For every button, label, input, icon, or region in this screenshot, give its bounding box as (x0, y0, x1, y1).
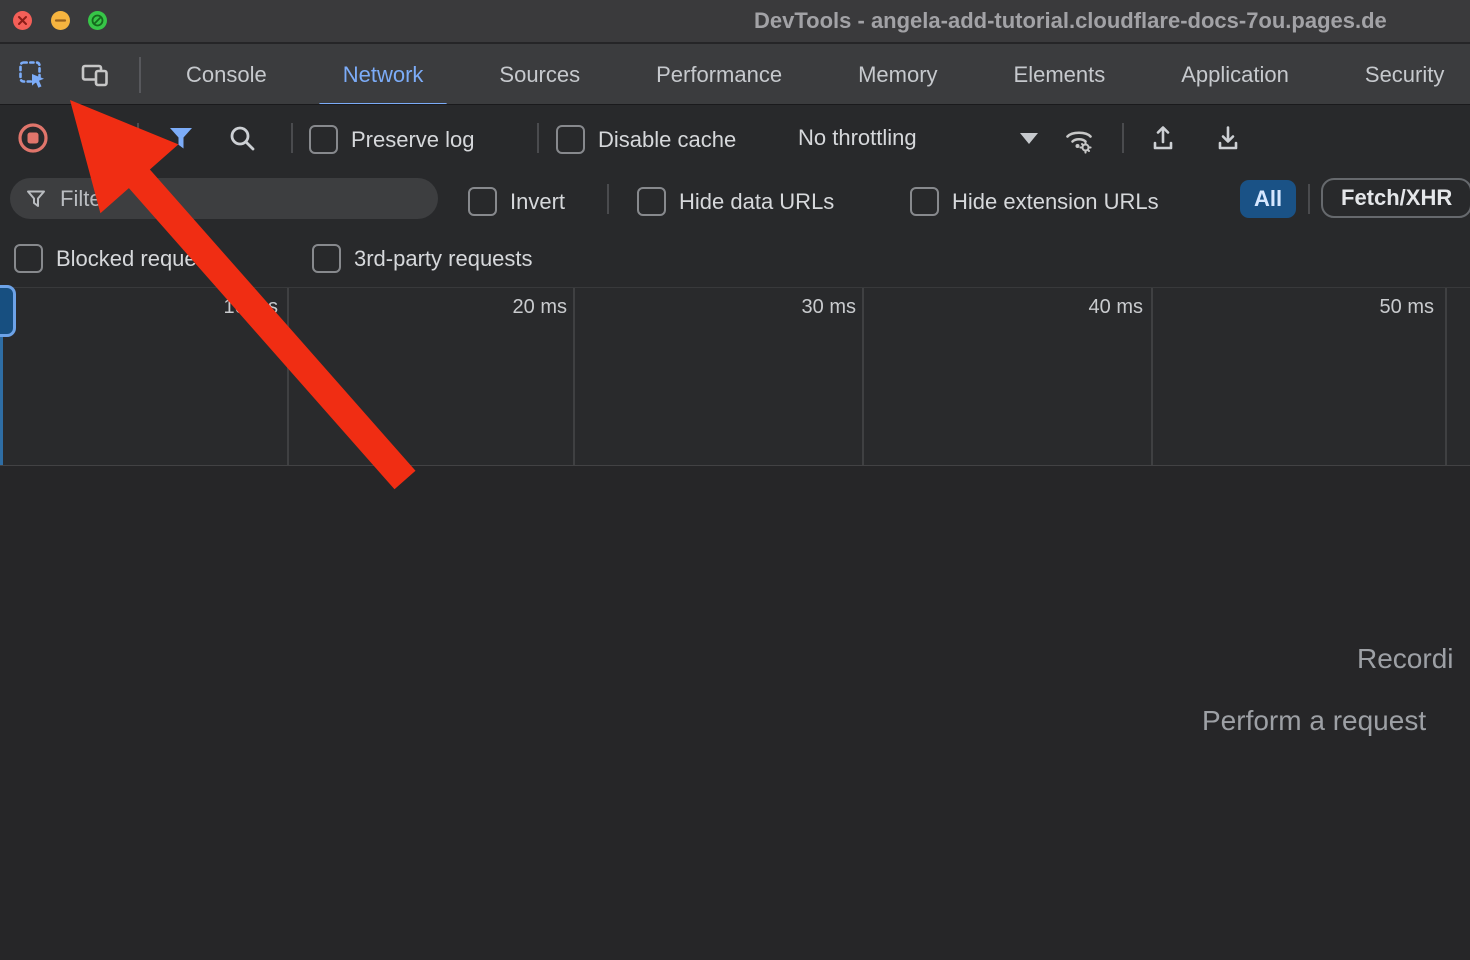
timeline-gridline (862, 288, 864, 465)
checkbox-box (556, 125, 585, 154)
disable-cache-checkbox[interactable]: Disable cache (556, 125, 736, 154)
blocked-requests-label: Blocked requests (56, 246, 225, 272)
filter-row-divider (607, 184, 609, 214)
toggle-device-toolbar-button[interactable] (79, 58, 113, 92)
chevron-down-icon (1020, 133, 1038, 144)
timeline-gridline (1445, 288, 1447, 465)
export-download-icon (1213, 123, 1243, 153)
checkbox-box (14, 244, 43, 273)
record-stop-icon (16, 121, 50, 155)
toolbar-divider (291, 123, 293, 153)
timeline-tick-label: 20 ms (477, 296, 567, 319)
clear-network-log-button[interactable] (81, 124, 111, 159)
third-party-requests-checkbox[interactable]: 3rd-party requests (312, 244, 533, 273)
import-upload-icon (1148, 123, 1178, 153)
hide-data-urls-checkbox[interactable]: Hide data URLs (637, 187, 834, 216)
tab-security[interactable]: Security (1327, 44, 1470, 106)
filter-funnel-outline-icon (24, 187, 48, 211)
checkbox-box (312, 244, 341, 273)
tab-application[interactable]: Application (1143, 44, 1327, 106)
zoom-disabled-icon (88, 11, 107, 30)
preserve-log-checkbox[interactable]: Preserve log (309, 125, 475, 154)
overview-drag-handle[interactable] (0, 285, 16, 337)
invert-label: Invert (510, 189, 565, 215)
tab-sources[interactable]: Sources (461, 44, 618, 106)
checkbox-box (309, 125, 338, 154)
request-type-filter-all[interactable]: All (1240, 180, 1296, 218)
empty-state-hint-text: Perform a request (1202, 705, 1426, 737)
invert-checkbox[interactable]: Invert (468, 187, 565, 216)
devtools-window: DevTools - angela-add-tutorial.cloudflar… (0, 0, 1470, 960)
export-har-button[interactable] (1213, 123, 1243, 158)
title-bar: DevTools - angela-add-tutorial.cloudflar… (0, 0, 1470, 42)
timeline-gridline (287, 288, 289, 465)
timeline-gridline (573, 288, 575, 465)
toolbar-divider (137, 123, 139, 153)
blocked-requests-checkbox[interactable]: Blocked requests (14, 244, 225, 273)
timeline-tick-label: 50 ms (1344, 296, 1434, 319)
wifi-gear-icon (1063, 123, 1095, 155)
filter-input[interactable] (58, 185, 424, 213)
third-party-requests-label: 3rd-party requests (354, 246, 533, 272)
timeline-tick-label: 10 ms (188, 296, 278, 319)
close-icon (13, 11, 32, 30)
tab-console[interactable]: Console (148, 44, 305, 106)
panel-tabs: Console Network Sources Performance Memo… (148, 44, 1470, 106)
timeline-tick-label: 40 ms (1053, 296, 1143, 319)
hide-extension-urls-checkbox[interactable]: Hide extension URLs (910, 187, 1159, 216)
network-conditions-button[interactable] (1063, 123, 1095, 160)
minimize-window-button[interactable] (51, 11, 70, 30)
toolbar-divider (1122, 123, 1124, 153)
disable-cache-label: Disable cache (598, 127, 736, 153)
throttling-value: No throttling (798, 125, 917, 151)
tab-network[interactable]: Network (305, 44, 462, 106)
timeline-gridline (1151, 288, 1153, 465)
search-button[interactable] (228, 124, 258, 159)
search-icon (228, 124, 258, 154)
filter-input-container (10, 178, 438, 219)
throttling-select[interactable]: No throttling (798, 119, 1038, 157)
checkbox-box (910, 187, 939, 216)
hide-extension-urls-label: Hide extension URLs (952, 189, 1159, 215)
toolbar-divider (537, 123, 539, 153)
record-stop-button[interactable] (16, 121, 50, 160)
preserve-log-label: Preserve log (351, 127, 475, 153)
tab-performance[interactable]: Performance (618, 44, 820, 106)
tab-memory[interactable]: Memory (820, 44, 975, 106)
filter-funnel-icon (166, 124, 196, 154)
window-title: DevTools - angela-add-tutorial.cloudflar… (754, 8, 1387, 34)
filter-toggle-button[interactable] (166, 124, 196, 159)
hide-data-urls-label: Hide data URLs (679, 189, 834, 215)
request-type-filter-fetch-xhr[interactable]: Fetch/XHR (1321, 178, 1470, 218)
request-list-empty-area: Recordi Perform a request (0, 466, 1470, 960)
import-har-button[interactable] (1148, 123, 1178, 158)
checkbox-box (468, 187, 497, 216)
inspect-element-button[interactable] (16, 58, 50, 92)
timeline-tick-label: 30 ms (766, 296, 856, 319)
minimize-icon (51, 11, 70, 30)
network-toolbar: Preserve log Disable cache No throttling (0, 104, 1470, 171)
network-overview-timeline[interactable]: 10 ms 20 ms 30 ms 40 ms 50 ms (0, 287, 1470, 467)
close-window-button[interactable] (13, 11, 32, 30)
empty-state-recording-text: Recordi (1357, 643, 1453, 675)
devtools-tab-bar: Console Network Sources Performance Memo… (0, 42, 1470, 106)
clear-icon (81, 124, 111, 154)
network-filter-row: Invert Hide data URLs Hide extension URL… (0, 170, 1470, 228)
request-options-row: Blocked requests 3rd-party requests (0, 228, 1470, 287)
device-toolbar-icon (80, 60, 112, 90)
zoom-window-button[interactable] (88, 11, 107, 30)
filter-row-divider (1308, 184, 1310, 214)
tab-elements[interactable]: Elements (976, 44, 1144, 106)
tab-bar-divider (139, 57, 141, 93)
inspect-cursor-icon (18, 60, 48, 90)
checkbox-box (637, 187, 666, 216)
